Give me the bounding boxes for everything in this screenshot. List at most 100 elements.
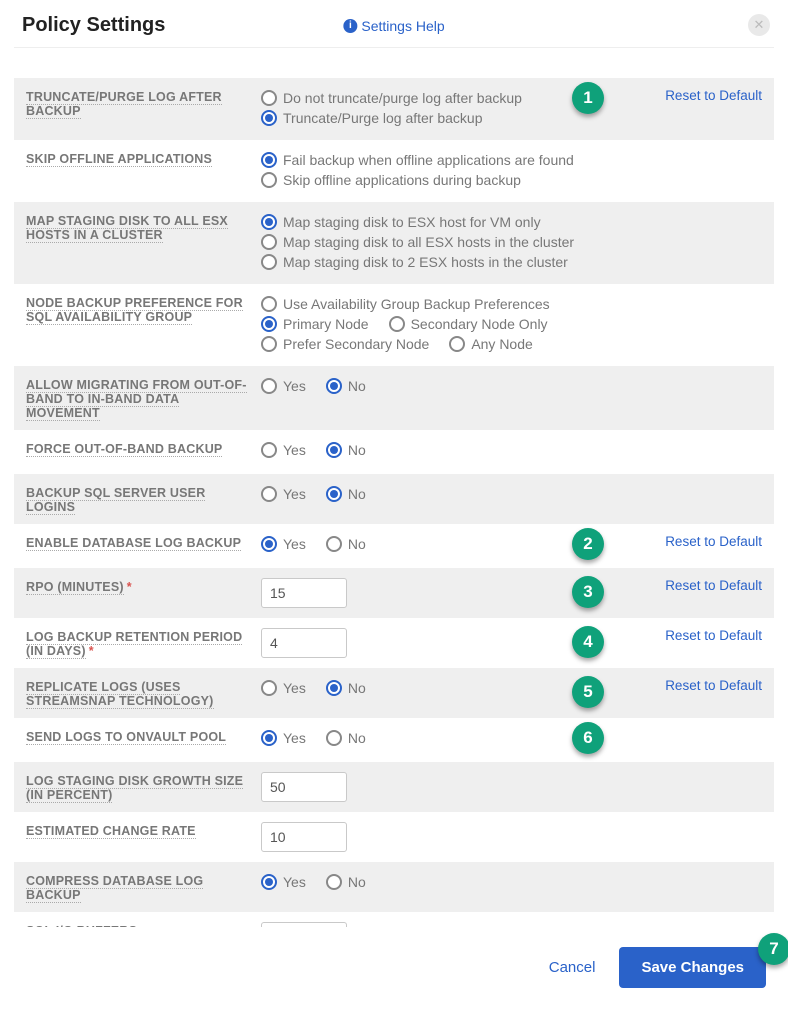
help-link-label: Settings Help xyxy=(361,18,444,34)
dialog-header: Policy Settings i Settings Help ✕ xyxy=(0,0,788,47)
radio-no[interactable] xyxy=(326,536,342,552)
radio-no[interactable] xyxy=(326,442,342,458)
radio-option[interactable] xyxy=(261,234,277,250)
yes-label: Yes xyxy=(283,378,306,394)
reset-to-default-link[interactable]: Reset to Default xyxy=(665,628,762,643)
row-truncate-purge: TRUNCATE/PURGE LOG AFTER BACKUP Do not t… xyxy=(14,78,774,140)
row-allow-migrating: ALLOW MIGRATING FROM OUT-OF-BAND TO IN-B… xyxy=(14,366,774,430)
option-label: Do not truncate/purge log after backup xyxy=(283,90,522,106)
row-label: TRUNCATE/PURGE LOG AFTER BACKUP xyxy=(26,90,222,119)
reset-to-default-link[interactable]: Reset to Default xyxy=(665,578,762,593)
log-retention-input[interactable] xyxy=(261,628,347,658)
reset-to-default-link[interactable]: Reset to Default xyxy=(665,88,762,103)
yes-label: Yes xyxy=(283,874,306,890)
row-map-staging: MAP STAGING DISK TO ALL ESX HOSTS IN A C… xyxy=(14,202,774,284)
row-node-backup-preference: NODE BACKUP PREFERENCE FOR SQL AVAILABIL… xyxy=(14,284,774,366)
row-send-onvault: SEND LOGS TO ONVAULT POOL Yes No xyxy=(14,718,774,762)
row-label: SEND LOGS TO ONVAULT POOL xyxy=(26,730,226,745)
option-label: Use Availability Group Backup Preference… xyxy=(283,296,550,312)
radio-option[interactable] xyxy=(261,90,277,106)
row-force-oob: FORCE OUT-OF-BAND BACKUP Yes No xyxy=(14,430,774,474)
row-label: ALLOW MIGRATING FROM OUT-OF-BAND TO IN-B… xyxy=(26,378,247,421)
no-label: No xyxy=(348,378,366,394)
radio-no[interactable] xyxy=(326,680,342,696)
row-label: LOG STAGING DISK GROWTH SIZE (IN PERCENT… xyxy=(26,774,243,803)
option-label: Primary Node xyxy=(283,316,369,332)
option-label: Map staging disk to 2 ESX hosts in the c… xyxy=(283,254,568,270)
option-label: Prefer Secondary Node xyxy=(283,336,429,352)
row-label: ESTIMATED CHANGE RATE xyxy=(26,824,196,839)
policy-settings-dialog: Policy Settings i Settings Help ✕ 1 TRUN… xyxy=(0,0,788,1006)
yes-label: Yes xyxy=(283,680,306,696)
radio-option[interactable] xyxy=(261,172,277,188)
row-backup-sql-logins: BACKUP SQL SERVER USER LOGINS Yes No xyxy=(14,474,774,524)
row-skip-offline: SKIP OFFLINE APPLICATIONS Fail backup wh… xyxy=(14,140,774,202)
radio-yes[interactable] xyxy=(261,874,277,890)
no-label: No xyxy=(348,442,366,458)
yes-label: Yes xyxy=(283,442,306,458)
required-asterisk: * xyxy=(89,644,94,658)
radio-no[interactable] xyxy=(326,730,342,746)
cancel-button[interactable]: Cancel xyxy=(549,959,596,976)
row-label: NODE BACKUP PREFERENCE FOR SQL AVAILABIL… xyxy=(26,296,243,325)
radio-no[interactable] xyxy=(326,874,342,890)
row-est-change-rate: ESTIMATED CHANGE RATE xyxy=(14,812,774,862)
radio-yes[interactable] xyxy=(261,536,277,552)
option-label: Map staging disk to all ESX hosts in the… xyxy=(283,234,574,250)
row-rpo: RPO (MINUTES)* Reset to Default xyxy=(14,568,774,618)
radio-option[interactable] xyxy=(261,110,277,126)
row-label: SKIP OFFLINE APPLICATIONS xyxy=(26,152,212,167)
dialog-body: 1 TRUNCATE/PURGE LOG AFTER BACKUP Do not… xyxy=(14,47,774,927)
reset-to-default-link[interactable]: Reset to Default xyxy=(665,678,762,693)
radio-option[interactable] xyxy=(261,214,277,230)
required-asterisk: * xyxy=(127,580,132,594)
rpo-input[interactable] xyxy=(261,578,347,608)
close-icon[interactable]: ✕ xyxy=(748,14,770,36)
save-changes-button[interactable]: Save Changes xyxy=(619,947,766,988)
no-label: No xyxy=(348,730,366,746)
no-label: No xyxy=(348,536,366,552)
no-label: No xyxy=(348,680,366,696)
option-label: Fail backup when offline applications ar… xyxy=(283,152,574,168)
callout-badge: 6 xyxy=(572,722,604,754)
radio-option[interactable] xyxy=(261,316,277,332)
radio-yes[interactable] xyxy=(261,680,277,696)
radio-option[interactable] xyxy=(389,316,405,332)
no-label: No xyxy=(348,486,366,502)
option-label: Skip offline applications during backup xyxy=(283,172,521,188)
option-label: Map staging disk to ESX host for VM only xyxy=(283,214,541,230)
callout-badge: 3 xyxy=(572,576,604,608)
option-label: Any Node xyxy=(471,336,532,352)
est-change-input[interactable] xyxy=(261,822,347,852)
radio-yes[interactable] xyxy=(261,442,277,458)
row-label: ENABLE DATABASE LOG BACKUP xyxy=(26,536,241,551)
radio-yes[interactable] xyxy=(261,730,277,746)
row-label: RPO (MINUTES) xyxy=(26,580,124,595)
callout-badge: 1 xyxy=(572,82,604,114)
row-sql-io-buffers: SQL I/O BUFFERS xyxy=(14,912,774,927)
yes-label: Yes xyxy=(283,730,306,746)
callout-badge: 7 xyxy=(758,933,788,965)
row-label: COMPRESS DATABASE LOG BACKUP xyxy=(26,874,203,903)
radio-no[interactable] xyxy=(326,486,342,502)
row-label: LOG BACKUP RETENTION PERIOD (IN DAYS) xyxy=(26,630,242,659)
radio-yes[interactable] xyxy=(261,486,277,502)
radio-option[interactable] xyxy=(261,152,277,168)
dialog-title: Policy Settings xyxy=(22,14,165,37)
yes-label: Yes xyxy=(283,536,306,552)
radio-yes[interactable] xyxy=(261,378,277,394)
callout-badge: 2 xyxy=(572,528,604,560)
row-label: BACKUP SQL SERVER USER LOGINS xyxy=(26,486,205,515)
radio-no[interactable] xyxy=(326,378,342,394)
reset-to-default-link[interactable]: Reset to Default xyxy=(665,534,762,549)
radio-option[interactable] xyxy=(261,296,277,312)
radio-option[interactable] xyxy=(449,336,465,352)
radio-option[interactable] xyxy=(261,336,277,352)
callout-badge: 5 xyxy=(572,676,604,708)
radio-option[interactable] xyxy=(261,254,277,270)
row-log-retention: LOG BACKUP RETENTION PERIOD (IN DAYS)* R… xyxy=(14,618,774,668)
settings-help-link[interactable]: i Settings Help xyxy=(343,18,444,34)
row-growth-size: LOG STAGING DISK GROWTH SIZE (IN PERCENT… xyxy=(14,762,774,812)
growth-input[interactable] xyxy=(261,772,347,802)
yes-label: Yes xyxy=(283,486,306,502)
